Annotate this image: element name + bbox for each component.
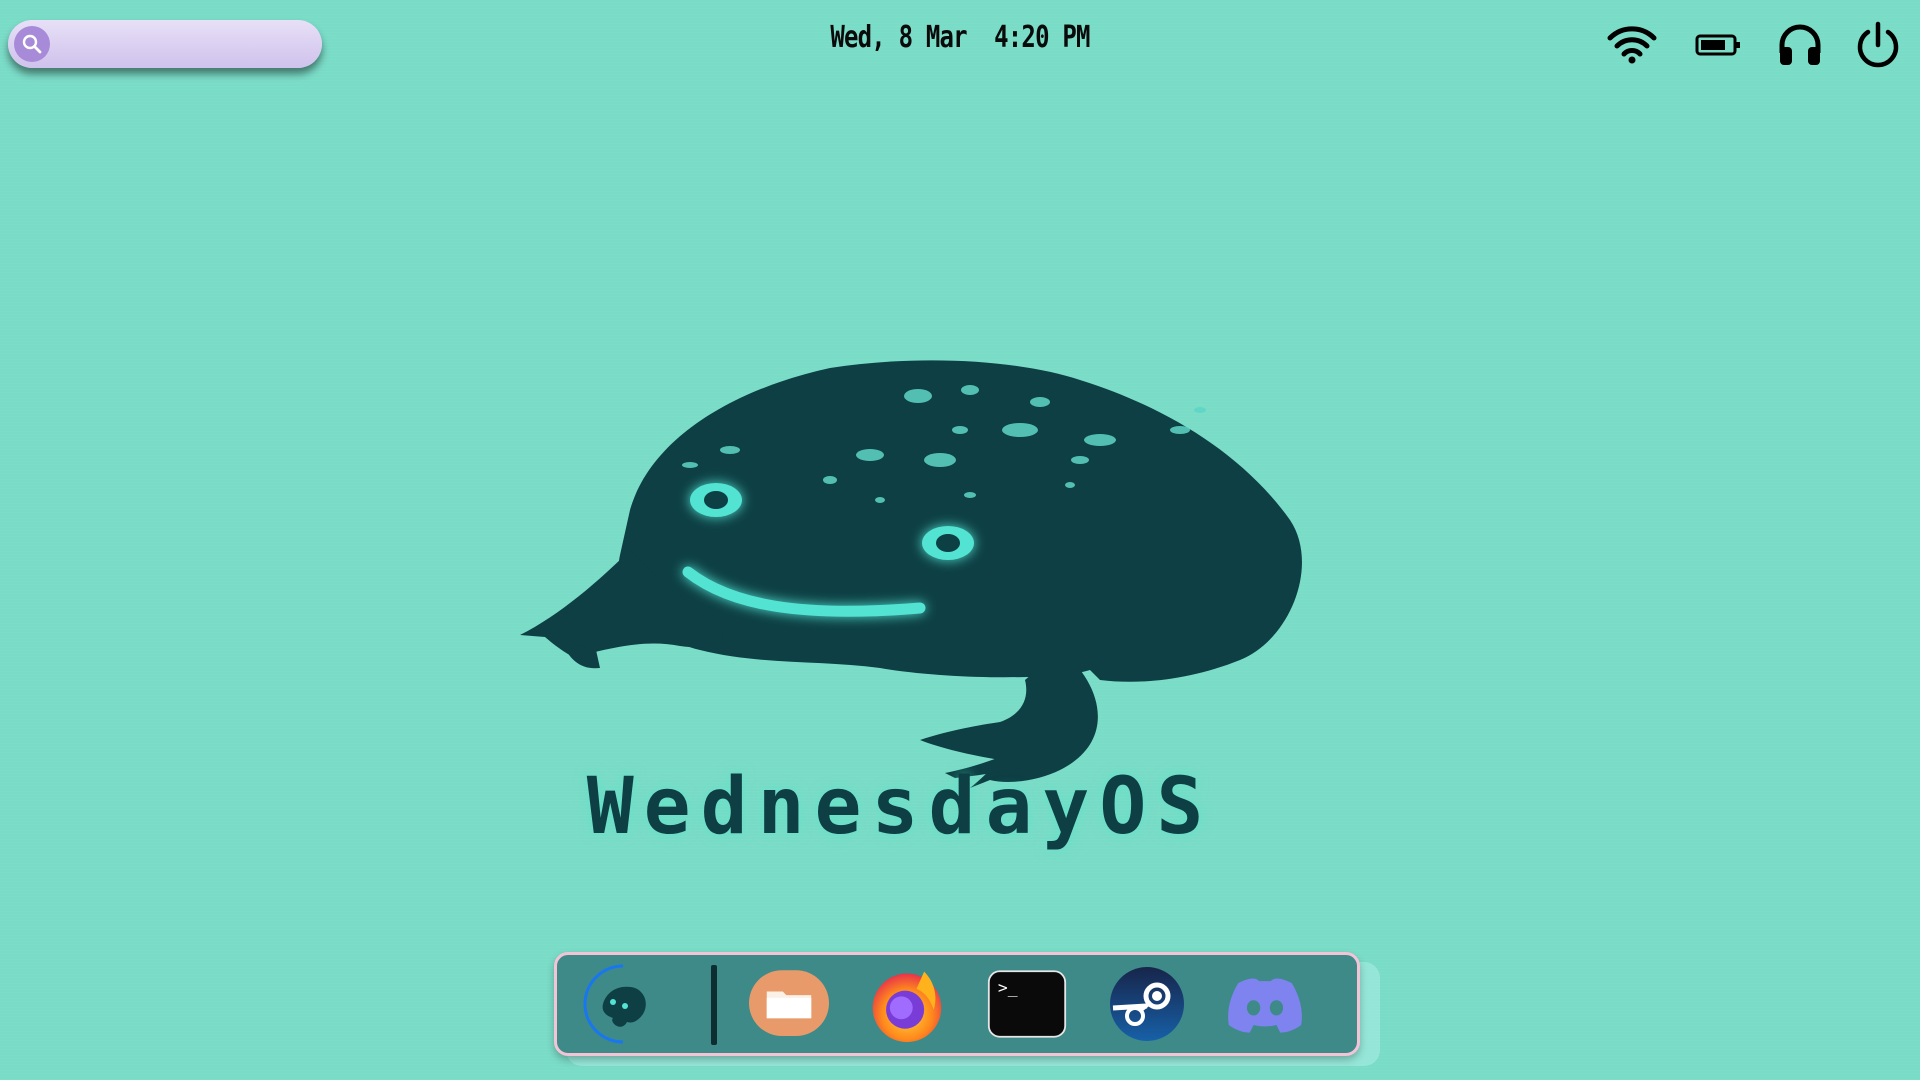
power-icon[interactable] bbox=[1850, 20, 1906, 70]
dock-separator bbox=[711, 965, 717, 1045]
frog-launcher-icon[interactable] bbox=[583, 964, 663, 1044]
wordmark-title: WednesdayOS bbox=[586, 762, 1214, 852]
folder-icon[interactable] bbox=[749, 967, 829, 1041]
search-icon[interactable] bbox=[14, 26, 50, 62]
steam-icon[interactable] bbox=[1107, 967, 1187, 1041]
battery-icon[interactable] bbox=[1690, 20, 1746, 70]
dock: >_ bbox=[554, 952, 1360, 1056]
headphones-icon[interactable] bbox=[1772, 20, 1828, 70]
svg-text:>_: >_ bbox=[998, 978, 1018, 997]
wifi-icon[interactable] bbox=[1604, 20, 1660, 70]
firefox-icon[interactable] bbox=[867, 967, 947, 1043]
discord-icon[interactable] bbox=[1225, 967, 1305, 1041]
clock[interactable]: Wed, 8 Mar 4:20 PM bbox=[192, 20, 1728, 55]
frog-mascot bbox=[500, 350, 1400, 830]
terminal-icon[interactable]: >_ bbox=[987, 967, 1067, 1041]
